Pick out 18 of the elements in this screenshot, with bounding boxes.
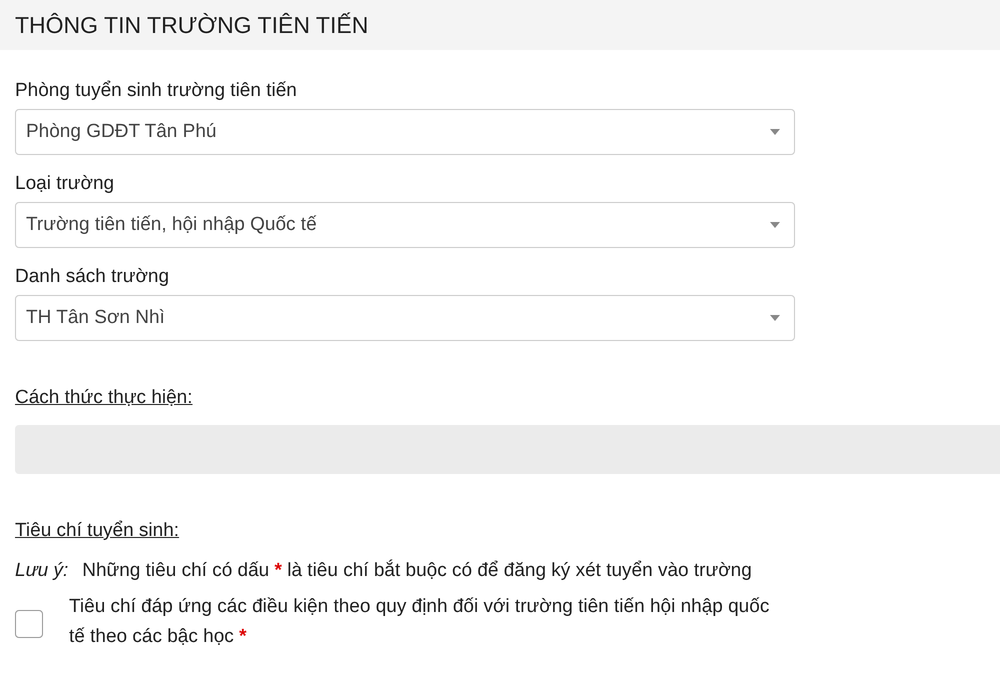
section-title: THÔNG TIN TRƯỜNG TIÊN TIẾN [15, 12, 368, 38]
note-text: Những tiêu chí có dấu [82, 560, 270, 581]
field-label: Danh sách trường [15, 266, 170, 288]
checkbox[interactable] [15, 610, 43, 638]
select-field[interactable]: Phòng GDĐT Tân Phú [15, 109, 795, 155]
caret-icon [770, 222, 780, 228]
caret-icon [770, 315, 780, 321]
caret-icon [770, 129, 780, 135]
section-heading: Cách thức thực hiện: [15, 387, 193, 409]
select-field[interactable]: Trường tiên tiến, hội nhập Quốc tế [15, 202, 795, 248]
required-mark: * [274, 560, 282, 581]
note-text: là tiêu chí bắt buộc có để đăng ký xét tuyển vào trường [287, 560, 752, 581]
section-heading: Tiêu chí tuyển sinh: [15, 520, 180, 542]
note-label: Lưu ý: [15, 560, 68, 581]
field-label: Loại trường [15, 173, 116, 195]
select-field[interactable]: TH Tân Sơn Nhì [15, 295, 795, 341]
criterion-label: Tiêu chí đáp ứng các điều kiện theo quy định đối với trường tiên tiến hội nhập quốc tế theo các bậc học * [69, 595, 770, 649]
field-label: Phòng tuyển sinh trường tiên tiến [15, 80, 298, 102]
